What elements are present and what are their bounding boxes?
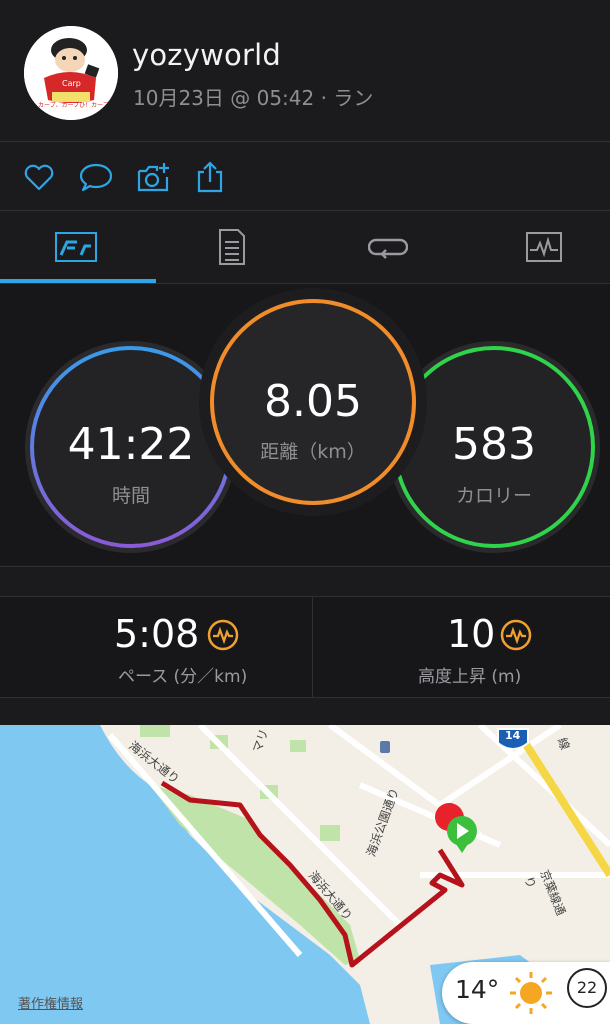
svg-text:Carp: Carp xyxy=(62,79,81,88)
route-number: 14 xyxy=(505,729,521,742)
temperature: 14° xyxy=(455,975,500,1004)
elevation-label: 高度上昇 (m) xyxy=(418,667,522,687)
pace-insight-icon[interactable] xyxy=(207,619,239,655)
activity-meta: 10月23日 @ 05:42 · ラン xyxy=(133,86,374,110)
heart-icon[interactable] xyxy=(22,160,56,194)
share-icon[interactable] xyxy=(193,160,227,194)
distance-value: 8.05 xyxy=(264,376,362,427)
pace-value: 5:08 xyxy=(114,612,200,656)
details-tab-icon xyxy=(219,229,245,265)
tab-stats[interactable] xyxy=(0,211,152,283)
spacer xyxy=(0,698,610,725)
avatar[interactable]: Carp カープ、カープひ！カープ！ xyxy=(24,26,118,120)
distance-label: 距離（km） xyxy=(260,441,366,463)
add-photo-icon[interactable] xyxy=(136,160,170,194)
elevation-insight-icon[interactable] xyxy=(500,619,532,655)
tab-charts[interactable] xyxy=(468,211,610,283)
pace-label: ペース (分／km) xyxy=(118,667,248,687)
copyright-link[interactable]: 著作権情報 xyxy=(18,993,83,1012)
spacer xyxy=(0,567,610,596)
aqi-badge: 22 xyxy=(567,968,607,1008)
tab-laps[interactable] xyxy=(312,211,464,283)
tab-details[interactable] xyxy=(156,211,308,283)
comment-icon[interactable] xyxy=(79,160,113,194)
charts-tab-icon xyxy=(526,232,562,262)
sun-icon xyxy=(508,970,554,1020)
avatar-caption: カープ、カープひ！カープ！ xyxy=(38,102,115,109)
distance-stat: 8.05 距離（km） xyxy=(205,294,421,510)
elevation-value: 10 xyxy=(447,612,496,656)
divider xyxy=(312,597,313,697)
laps-tab-icon xyxy=(368,238,408,259)
stats-tab-icon xyxy=(55,232,97,262)
username[interactable]: yozyworld xyxy=(132,38,281,72)
